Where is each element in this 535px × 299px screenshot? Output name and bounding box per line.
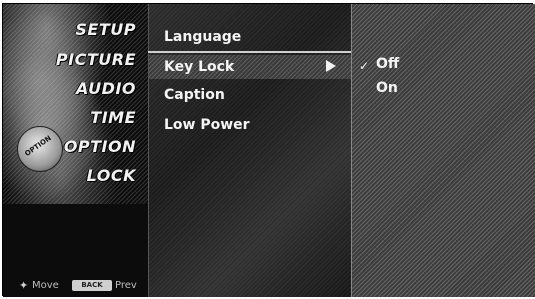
sidebar-item-option[interactable]: OPTION [64,137,136,156]
navigation-hints: ✦ Move BACK Prev [3,274,148,297]
right-arrow-icon [326,60,336,72]
tv-menu-screen: SETUP PICTURE AUDIO TIME OPTION OPTION L… [2,3,535,297]
option-badge-icon: OPTION [17,126,63,172]
sidebar-item-lock[interactable]: LOCK [87,166,136,185]
move-icon: ✦ [19,279,29,292]
sidebar-item-time[interactable]: TIME [90,108,136,127]
menu-item-caption[interactable]: Caption [164,87,225,103]
menu-item-language[interactable]: Language [164,29,241,45]
sidebar-item-audio[interactable]: AUDIO [76,79,136,98]
menu-item-low-power[interactable]: Low Power [164,117,250,133]
sidebar-item-picture[interactable]: PICTURE [56,50,136,69]
menu-divider [148,51,351,53]
back-key-icon: BACK [72,280,112,291]
menu-item-key-lock[interactable]: Key Lock [149,55,352,79]
menu-item-key-lock-label: Key Lock [164,59,235,75]
key-lock-submenu: ✓ Off On [351,4,535,297]
submenu-option-on[interactable]: On [376,80,398,96]
option-menu-panel: Language Key Lock Caption Low Power [148,4,352,297]
sidebar-item-setup[interactable]: SETUP [75,20,136,39]
submenu-option-off[interactable]: Off [376,56,399,72]
prev-hint-label: Prev [115,280,137,291]
checkmark-icon: ✓ [359,59,370,73]
option-badge-label: OPTION [23,134,53,158]
main-menu-sidebar: SETUP PICTURE AUDIO TIME OPTION OPTION L… [3,4,148,297]
move-hint-label: Move [32,280,59,291]
